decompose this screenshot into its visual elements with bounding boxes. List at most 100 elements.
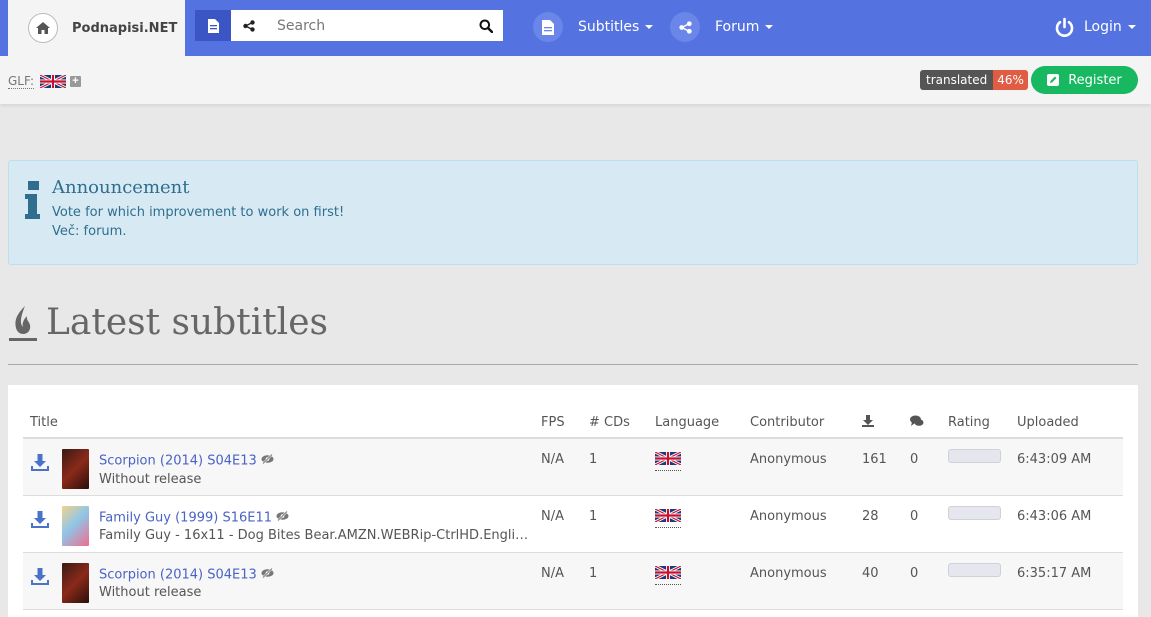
announcement-box: Announcement Vote for which improvement …: [8, 160, 1138, 265]
cell-comments: 0: [910, 495, 948, 553]
nav-subtitles[interactable]: Subtitles: [533, 11, 654, 43]
table-row[interactable]: Scorpion (2014) S04E13 Without release N…: [23, 552, 1123, 610]
search-input[interactable]: [267, 10, 469, 41]
chevron-down-icon: [645, 25, 654, 29]
document-icon[interactable]: [195, 10, 231, 41]
download-count-icon: [862, 414, 874, 427]
cell-cds: 1: [589, 552, 655, 610]
share-icon[interactable]: [231, 10, 267, 41]
uk-flag-icon[interactable]: [40, 75, 66, 88]
col-fps[interactable]: FPS: [541, 405, 589, 439]
cell-cds: 1: [589, 495, 655, 553]
eye-slash-icon[interactable]: [276, 509, 289, 527]
subtitle-release: Family Guy - 16x11 - Dog Bites Bear.AMZN…: [99, 528, 529, 543]
cell-contributor: Anonymous: [750, 438, 862, 496]
cell-comments: 0: [910, 438, 948, 496]
col-uploaded[interactable]: Uploaded: [1017, 405, 1123, 439]
col-comments[interactable]: [910, 405, 948, 439]
rating-bar[interactable]: [948, 562, 1001, 577]
announcement-more-suffix: .: [122, 224, 127, 239]
cell-language: [654, 438, 750, 496]
col-language[interactable]: Language: [655, 405, 750, 439]
nav-forum[interactable]: Forum: [670, 11, 774, 43]
table-header-row: Title FPS # CDs Language Contributor Rat…: [23, 405, 1123, 439]
cell-language: [654, 495, 750, 553]
section-heading: Latest subtitles: [46, 302, 328, 343]
col-cds[interactable]: # CDs: [589, 405, 655, 439]
cell-uploaded: 6:43:09 AM: [1017, 438, 1123, 496]
nav-login-label: Login: [1084, 19, 1122, 35]
cell-uploaded: 6:35:17 AM: [1017, 552, 1123, 610]
cell-contributor: Anonymous: [750, 495, 862, 553]
announcement-more: Več: forum.: [52, 224, 126, 239]
translated-label: translated: [920, 70, 994, 90]
register-button[interactable]: Register: [1031, 66, 1138, 94]
nav-subtitles-label: Subtitles: [578, 19, 640, 35]
cell-downloads: 40: [862, 552, 910, 610]
col-contributor[interactable]: Contributor: [750, 405, 862, 439]
brand-name[interactable]: Podnapisi.NET: [72, 21, 177, 36]
announcement-more-prefix: Več:: [52, 224, 84, 239]
col-title[interactable]: Title: [23, 405, 541, 439]
cell-cds: 1: [589, 438, 655, 496]
subtitle-release: Without release: [99, 585, 202, 600]
cell-language: [654, 552, 750, 610]
download-icon[interactable]: [31, 454, 51, 489]
announcement-title: Announcement: [52, 177, 190, 198]
cell-contributor: Anonymous: [750, 552, 862, 610]
poster-thumbnail[interactable]: [62, 505, 89, 546]
glf-filter: GLF: +: [8, 74, 81, 89]
uk-flag-icon[interactable]: [654, 564, 682, 585]
table-row[interactable]: Scorpion (2014) S04E13 Without release N…: [23, 438, 1123, 496]
cell-uploaded: 6:43:06 AM: [1017, 495, 1123, 553]
poster-thumbnail[interactable]: [62, 562, 89, 603]
eye-slash-icon[interactable]: [261, 566, 274, 584]
register-label: Register: [1068, 72, 1122, 88]
cell-downloads: 161: [862, 438, 910, 496]
home-icon[interactable]: [28, 13, 58, 43]
chevron-down-icon: [1127, 25, 1136, 29]
cell-downloads: 28: [862, 495, 910, 553]
brand[interactable]: Podnapisi.NET: [8, 0, 185, 56]
col-downloads[interactable]: [862, 405, 910, 439]
search-bar: [195, 10, 503, 41]
subtitle-title-link[interactable]: Family Guy (1999) S16E11: [99, 510, 272, 525]
forum-link[interactable]: forum: [84, 224, 123, 239]
subtitle-title-link[interactable]: Scorpion (2014) S04E13: [99, 567, 257, 582]
cell-comments: 0: [910, 552, 948, 610]
cell-rating: [948, 438, 1017, 496]
flame-icon: [8, 304, 38, 342]
top-navbar: Podnapisi.NET Subtitles Forum Login: [0, 0, 1151, 56]
subtitle-title-link[interactable]: Scorpion (2014) S04E13: [99, 454, 257, 469]
rating-bar[interactable]: [948, 505, 1001, 520]
translated-badge: translated 46%: [920, 70, 1028, 90]
add-language-icon[interactable]: +: [70, 76, 81, 87]
rating-bar[interactable]: [948, 449, 1001, 463]
edit-icon: [1047, 74, 1060, 86]
poster-thumbnail[interactable]: [62, 449, 89, 489]
subtitles-table: Title FPS # CDs Language Contributor Rat…: [23, 405, 1123, 610]
info-icon: [25, 181, 42, 222]
col-rating[interactable]: Rating: [948, 405, 1017, 439]
download-icon[interactable]: [31, 510, 51, 546]
nav-login[interactable]: Login: [1054, 11, 1136, 43]
power-icon: [1054, 17, 1075, 38]
subtitle-release: Without release: [99, 471, 202, 487]
eye-slash-icon[interactable]: [261, 452, 274, 470]
cell-fps: N/A: [541, 552, 589, 610]
cell-rating: [948, 552, 1017, 610]
download-icon[interactable]: [31, 567, 51, 603]
comments-icon: [910, 415, 924, 426]
uk-flag-icon[interactable]: [654, 507, 682, 528]
announcement-text: Vote for which improvement to work on fi…: [52, 205, 345, 220]
uk-flag-icon[interactable]: [654, 450, 682, 471]
table-row[interactable]: Family Guy (1999) S16E11 Family Guy - 16…: [23, 495, 1123, 553]
cell-fps: N/A: [541, 438, 589, 496]
cell-rating: [948, 495, 1017, 553]
secondary-bar: GLF: + translated 46% Register: [0, 56, 1151, 104]
glf-label[interactable]: GLF:: [8, 74, 34, 89]
latest-subtitles-heading: Latest subtitles: [8, 302, 328, 343]
nav-forum-label: Forum: [715, 19, 760, 35]
forum-share-icon: [670, 12, 700, 42]
search-icon[interactable]: [469, 10, 503, 41]
